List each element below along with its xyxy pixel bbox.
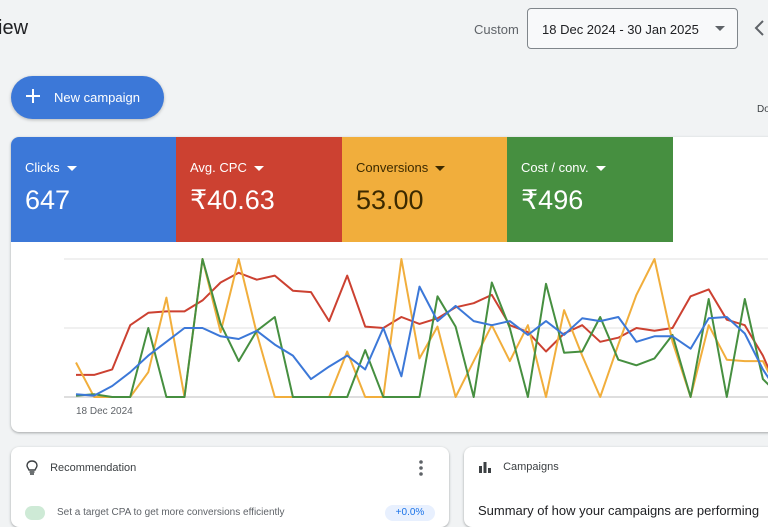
download-label-cut[interactable]: Do [757, 104, 768, 115]
campaigns-summary: Summary of how your campaigns are perfor… [478, 503, 760, 518]
metric-tile-avg-cpc[interactable]: Avg. CPC ₹40.63 [176, 137, 342, 242]
date-range-select[interactable]: 18 Dec 2024 - 30 Jan 2025 [527, 8, 738, 49]
new-campaign-button[interactable]: New campaign [11, 76, 164, 119]
performance-line-chart: 18 Dec 2024 [64, 258, 768, 417]
metric-value: 53.00 [356, 185, 424, 215]
recommendation-item[interactable]: Set a target CPA to get more conversions… [25, 502, 435, 522]
arrow-drop-down-icon [66, 166, 77, 172]
lightbulb-icon [26, 460, 38, 475]
recommendation-text: Set a target CPA to get more conversions… [57, 507, 285, 518]
metric-label: Cost / conv. [521, 160, 589, 175]
date-range-label: Custom [474, 22, 519, 37]
page-title: iew [0, 17, 29, 39]
bar-chart-icon [479, 462, 491, 473]
metric-tile-conversions[interactable]: Conversions 53.00 [342, 137, 507, 242]
date-range-value: 18 Dec 2024 - 30 Jan 2025 [542, 22, 699, 37]
recommendation-score-badge: +0.0% [385, 505, 435, 521]
metric-label: Conversions [356, 160, 429, 175]
metric-label: Clicks [25, 160, 60, 175]
more-vert-icon[interactable] [415, 459, 427, 477]
x-axis-start-label: 18 Dec 2024 [76, 406, 133, 417]
campaigns-card: Campaigns Summary of how your campaigns … [464, 447, 768, 527]
metric-value: ₹496 [521, 185, 584, 215]
new-campaign-label: New campaign [54, 90, 140, 105]
arrow-drop-down-icon [253, 166, 264, 172]
campaigns-title: Campaigns [503, 460, 559, 473]
metric-value: ₹40.63 [190, 185, 275, 215]
metric-tile-clicks[interactable]: Clicks 647 [11, 137, 176, 242]
chevron-left-icon [754, 20, 764, 36]
chevron-down-icon [715, 26, 725, 31]
metric-label: Avg. CPC [190, 160, 247, 175]
arrow-drop-down-icon [435, 166, 446, 172]
recommendation-card: Recommendation Set a target CPA to get m… [11, 447, 449, 527]
metric-value: 647 [25, 185, 71, 215]
metric-tile-cost-per-conv[interactable]: Cost / conv. ₹496 [507, 137, 673, 242]
previous-period-button[interactable] [752, 16, 768, 40]
performance-card: Clicks 647 Avg. CPC ₹40.63 Conversions 5… [11, 137, 768, 432]
plus-icon [26, 89, 40, 103]
recommendation-title: Recommendation [50, 461, 137, 474]
recommendation-type-icon [25, 506, 45, 520]
arrow-drop-down-icon [595, 166, 606, 172]
